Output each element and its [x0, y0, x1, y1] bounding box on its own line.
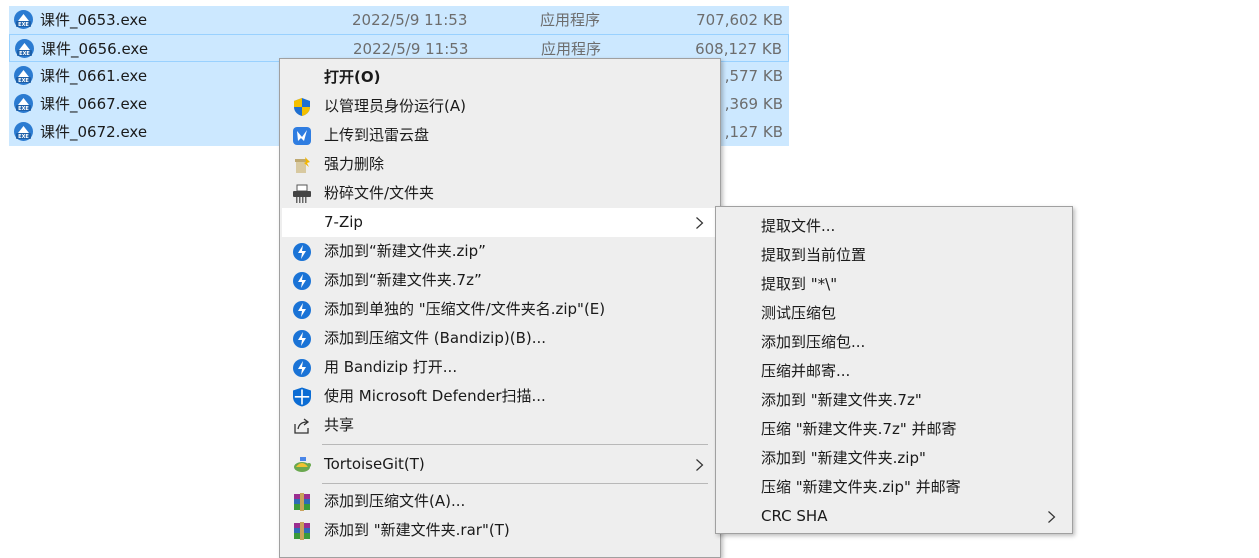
menu-item-winrar-add[interactable]: 添加到压缩文件(A)... [282, 487, 718, 516]
exe-file-icon: EXE [14, 66, 33, 85]
menu-item-label: 7-Zip [324, 213, 363, 231]
svg-text:EXE: EXE [19, 51, 30, 57]
menu-item-tortoisegit[interactable]: TortoiseGit(T) [282, 450, 718, 479]
submenu-item-add-zip[interactable]: 添加到 "新建文件夹.zip" [718, 444, 1070, 473]
tortoisegit-icon [294, 457, 311, 472]
defender-icon [293, 387, 311, 407]
file-size: 707,602 KB [696, 11, 783, 29]
file-date: 2022/5/9 11:53 [352, 11, 468, 29]
menu-item-shred[interactable]: 粉碎文件/文件夹 [282, 179, 718, 208]
menu-item-label: 粉碎文件/文件夹 [324, 184, 435, 202]
submenu-item-extract-files[interactable]: 提取文件... [718, 212, 1070, 241]
exe-file-icon: EXE [14, 122, 33, 141]
menu-item-label: 添加到 "新建文件夹.zip" [761, 449, 926, 467]
menu-item-label: 添加到压缩文件 (Bandizip)(B)... [324, 329, 547, 347]
menu-separator [322, 483, 708, 484]
shredder-icon [293, 184, 311, 203]
submenu-item-compress-zip-email[interactable]: 压缩 "新建文件夹.zip" 并邮寄 [718, 473, 1070, 502]
bandizip-icon [293, 272, 311, 290]
menu-item-label: CRC SHA [761, 507, 828, 525]
menu-item-bandizip-add-archive[interactable]: 添加到压缩文件 (Bandizip)(B)... [282, 324, 718, 353]
menu-item-label: 打开(O) [324, 68, 381, 86]
menu-item-7zip[interactable]: 7-Zip [282, 208, 718, 237]
menu-item-share[interactable]: 共享 [282, 411, 718, 440]
menu-item-label: 添加到“新建文件夹.zip” [324, 242, 486, 260]
menu-item-label: 强力删除 [324, 155, 385, 173]
menu-item-run-as-admin[interactable]: 以管理员身份运行(A) [282, 92, 718, 121]
submenu-item-extract-here[interactable]: 提取到当前位置 [718, 241, 1070, 270]
svg-text:EXE: EXE [18, 78, 29, 84]
winrar-icon [294, 522, 310, 540]
menu-item-label: 添加到压缩文件(A)... [324, 492, 466, 510]
file-name: 课件_0653.exe [40, 11, 148, 29]
menu-item-bandizip-add-7z[interactable]: 添加到“新建文件夹.7z” [282, 266, 718, 295]
share-icon [294, 418, 310, 434]
context-menu: 打开(O) 以管理员身份运行(A) 上传到迅雷云盘 强力删除 粉碎文件/文件夹 … [279, 58, 721, 558]
submenu-item-add-to-archive[interactable]: 添加到压缩包... [718, 328, 1070, 357]
menu-item-label: TortoiseGit(T) [324, 455, 425, 473]
bandizip-icon [293, 359, 311, 377]
bandizip-icon [293, 243, 311, 261]
menu-item-bandizip-add-separate[interactable]: 添加到单独的 "压缩文件/文件夹名.zip"(E) [282, 295, 718, 324]
submenu-item-test-archive[interactable]: 测试压缩包 [718, 299, 1070, 328]
file-size: ,127 KB [724, 123, 783, 141]
thunder-cloud-icon [293, 127, 311, 145]
file-name: 课件_0656.exe [41, 40, 149, 58]
file-row[interactable]: EXE 课件_0653.exe 2022/5/9 11:53 应用程序 707,… [9, 6, 789, 34]
menu-item-label: 添加到单独的 "压缩文件/文件夹名.zip"(E) [324, 300, 606, 318]
menu-item-force-delete[interactable]: 强力删除 [282, 150, 718, 179]
menu-item-label: 提取到 "*\" [761, 275, 838, 293]
menu-item-label: 压缩 "新建文件夹.zip" 并邮寄 [761, 478, 961, 496]
menu-item-label: 添加到“新建文件夹.7z” [324, 271, 482, 289]
menu-item-label: 使用 Microsoft Defender扫描... [324, 387, 546, 405]
file-type: 应用程序 [540, 11, 601, 29]
menu-item-label: 提取文件... [761, 217, 836, 235]
menu-item-label: 添加到 "新建文件夹.7z" [761, 391, 922, 409]
exe-file-icon: EXE [14, 94, 33, 113]
bandizip-icon [293, 301, 311, 319]
svg-text:EXE: EXE [18, 106, 29, 112]
menu-item-label: 添加到 "新建文件夹.rar"(T) [324, 521, 510, 539]
submenu-item-compress-email[interactable]: 压缩并邮寄... [718, 357, 1070, 386]
menu-item-upload-thunder[interactable]: 上传到迅雷云盘 [282, 121, 718, 150]
file-size: ,369 KB [724, 95, 783, 113]
menu-item-label: 上传到迅雷云盘 [324, 126, 430, 144]
submenu-item-extract-to-folder[interactable]: 提取到 "*\" [718, 270, 1070, 299]
menu-item-label: 以管理员身份运行(A) [324, 97, 466, 115]
bandizip-icon [293, 330, 311, 348]
menu-item-label: 用 Bandizip 打开... [324, 358, 458, 376]
menu-item-label: 压缩并邮寄... [761, 362, 851, 380]
chevron-right-icon [696, 459, 704, 471]
file-name: 课件_0672.exe [40, 123, 148, 141]
submenu-item-add-7z[interactable]: 添加到 "新建文件夹.7z" [718, 386, 1070, 415]
submenu-item-crc-sha[interactable]: CRC SHA [718, 502, 1070, 531]
winrar-icon [294, 493, 310, 511]
menu-separator [322, 444, 708, 445]
exe-file-icon: EXE [15, 39, 34, 58]
svg-text:EXE: EXE [18, 22, 29, 28]
submenu-item-compress-7z-email[interactable]: 压缩 "新建文件夹.7z" 并邮寄 [718, 415, 1070, 444]
menu-item-defender-scan[interactable]: 使用 Microsoft Defender扫描... [282, 382, 718, 411]
menu-item-label: 提取到当前位置 [761, 246, 867, 264]
submenu-7zip: 提取文件... 提取到当前位置 提取到 "*\" 测试压缩包 添加到压缩包...… [715, 206, 1073, 534]
menu-item-bandizip-add-zip[interactable]: 添加到“新建文件夹.zip” [282, 237, 718, 266]
uac-shield-icon [294, 98, 310, 116]
menu-item-open[interactable]: 打开(O) [282, 63, 718, 92]
svg-text:EXE: EXE [18, 134, 29, 140]
chevron-right-icon [1048, 511, 1056, 523]
file-name: 课件_0661.exe [40, 67, 148, 85]
chevron-right-icon [696, 217, 704, 229]
exe-file-icon: EXE [14, 10, 33, 29]
menu-item-label: 压缩 "新建文件夹.7z" 并邮寄 [761, 420, 957, 438]
file-size: ,577 KB [724, 67, 783, 85]
menu-item-label: 共享 [324, 416, 355, 434]
menu-item-bandizip-open[interactable]: 用 Bandizip 打开... [282, 353, 718, 382]
menu-item-label: 添加到压缩包... [761, 333, 866, 351]
menu-item-winrar-add-rar[interactable]: 添加到 "新建文件夹.rar"(T) [282, 516, 718, 545]
menu-item-label: 测试压缩包 [761, 304, 837, 322]
force-delete-icon [295, 157, 310, 173]
file-name: 课件_0667.exe [40, 95, 148, 113]
